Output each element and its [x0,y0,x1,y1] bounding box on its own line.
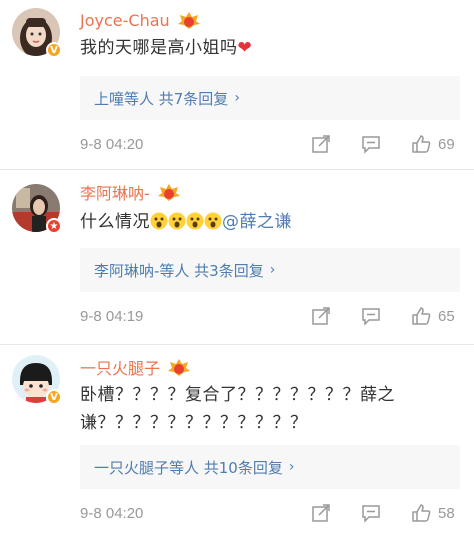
comment-meta: 9-8 04:19 65 [80,302,460,330]
share-icon[interactable] [310,133,332,155]
like-count: 69 [438,135,455,153]
comment-text-line: 卧槽？？？？复合了？？？？？？？薛之 [80,385,395,405]
username[interactable]: Joyce-Chau [80,10,202,30]
avatar[interactable]: V [12,8,62,58]
chevron-right-icon: › [288,459,295,475]
avatar[interactable]: V [12,355,62,405]
timestamp: 9-8 04:20 [80,504,144,522]
heart-icon: ❤ [237,38,253,58]
username-text[interactable]: 李阿琳呐- [80,180,150,204]
reply-summary-box[interactable]: 一只火腿子等人 共10条回复 › [80,445,460,489]
thumbs-up-icon[interactable] [410,502,432,524]
chevron-right-icon: › [269,262,276,278]
username[interactable]: 一只火腿子 [80,355,192,379]
fan-badge-icon [168,359,191,376]
shocked-emoji-icon [204,212,222,230]
reply-summary[interactable]: 上噇等人 共7条回复 [94,88,228,109]
comment-item: V Joyce-Chau 我的天哪是高小姐吗❤ 上噇等人 共7条回复 › 9-8… [0,0,474,170]
chevron-right-icon: › [234,90,240,106]
verified-badge: V [46,42,62,58]
comment-text: 卧槽？？？？复合了？？？？？？？薛之 谦？？？？？？？？？？？？ [80,381,456,437]
thumbs-up-icon[interactable] [410,133,432,155]
shocked-emoji-icon [186,212,204,230]
verified-badge: ★ [46,218,62,234]
username[interactable]: 李阿琳呐- [80,180,182,204]
fan-badge-icon [177,12,200,29]
timestamp: 9-8 04:19 [80,307,144,325]
comment-text: 我的天哪是高小姐吗❤ [80,38,253,58]
reply-summary[interactable]: 一只火腿子等人 共10条回复 [94,457,283,478]
comment-icon[interactable] [360,305,382,327]
comment-text: 什么情况 @薛之谦 [80,212,292,232]
comment-item: ★ 李阿琳呐- 什么情况 @薛之谦 李阿琳呐-等人 共3条回复 › 9-8 04:… [0,170,474,345]
like-count: 58 [438,504,455,522]
reply-summary-box[interactable]: 李阿琳呐-等人 共3条回复 › [80,248,460,292]
share-icon[interactable] [310,502,332,524]
timestamp: 9-8 04:20 [80,135,144,153]
comment-icon[interactable] [360,502,382,524]
comment-meta: 9-8 04:20 58 [80,499,460,527]
comment-item: V 一只火腿子 卧槽？？？？复合了？？？？？？？薛之 谦？？？？？？？？？？？？… [0,345,474,545]
reply-summary-box[interactable]: 上噇等人 共7条回复 › [80,76,460,120]
mention-link[interactable]: @薛之谦 [222,212,292,232]
thumbs-up-icon[interactable] [410,305,432,327]
shocked-emoji-icon [150,212,168,230]
shocked-emoji-icon [168,212,186,230]
username-text[interactable]: 一只火腿子 [80,355,160,379]
avatar[interactable]: ★ [12,184,62,234]
verified-badge: V [46,389,62,405]
like-count: 65 [438,307,455,325]
comment-meta: 9-8 04:20 69 [80,130,460,158]
comment-text-line: 谦？？？？？？？？？？？？ [80,413,308,433]
share-icon[interactable] [310,305,332,327]
fan-badge-icon [157,184,180,201]
comment-icon[interactable] [360,133,382,155]
reply-summary[interactable]: 李阿琳呐-等人 共3条回复 [94,260,264,281]
username-text[interactable]: Joyce-Chau [80,11,170,30]
